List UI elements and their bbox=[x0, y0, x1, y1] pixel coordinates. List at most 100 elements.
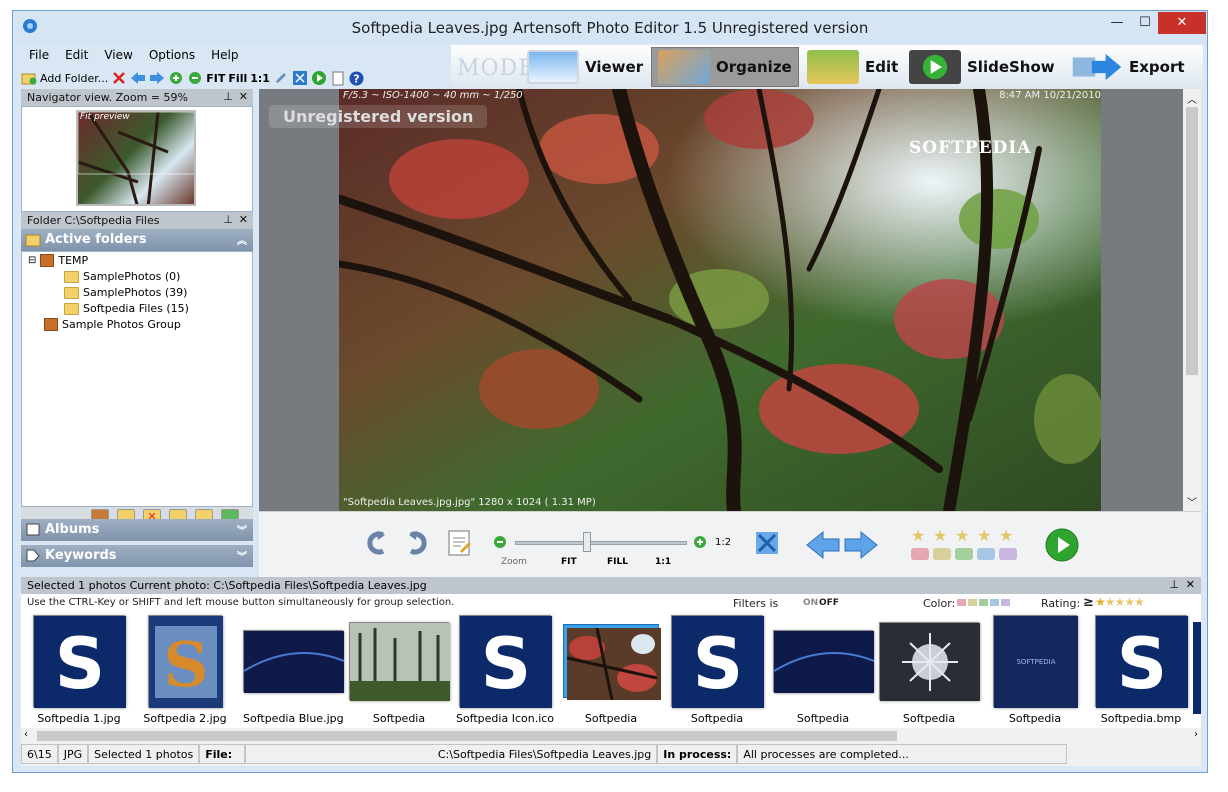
thumbnail-item[interactable]: Softpedia Blue.jpg bbox=[243, 612, 345, 725]
thumbnail-item[interactable]: Softpedia bbox=[349, 612, 450, 725]
zoom-in-button[interactable] bbox=[168, 69, 184, 87]
mode-viewer-button[interactable]: Viewer bbox=[521, 47, 649, 87]
zoom-actual-label[interactable]: 1:1 bbox=[655, 557, 671, 567]
navigator-preview[interactable]: Fit preview bbox=[76, 110, 196, 206]
scroll-thumb[interactable] bbox=[1186, 107, 1198, 375]
properties-icon[interactable] bbox=[445, 529, 473, 557]
zoom-slider[interactable] bbox=[515, 541, 687, 545]
zoom-out-button[interactable] bbox=[187, 69, 203, 87]
thumbnail-image[interactable]: S bbox=[671, 615, 764, 708]
menu-help[interactable]: Help bbox=[203, 45, 246, 65]
zoom-fill-label[interactable]: FILL bbox=[607, 557, 628, 567]
scroll-thumb[interactable] bbox=[37, 731, 897, 741]
close-strip-icon[interactable]: ✕ bbox=[1186, 578, 1195, 591]
color-label-yellow[interactable] bbox=[933, 548, 951, 560]
color-label-red[interactable] bbox=[911, 548, 929, 560]
mode-edit-button[interactable]: Edit bbox=[801, 47, 904, 87]
thumbnail-image[interactable]: S bbox=[148, 615, 223, 708]
rating-star-3[interactable]: ★ bbox=[955, 526, 969, 545]
filters-on-toggle[interactable]: ON bbox=[803, 598, 818, 608]
filters-off-toggle[interactable]: OFF bbox=[819, 598, 839, 608]
thumbnail-image[interactable] bbox=[243, 630, 345, 693]
color-label-purple[interactable] bbox=[999, 548, 1017, 560]
albums-section[interactable]: Albums ︾ bbox=[21, 519, 253, 541]
zoom-in-icon[interactable] bbox=[693, 535, 707, 549]
pin-icon[interactable]: ⊥ bbox=[1169, 578, 1179, 591]
fullscreen-button[interactable] bbox=[292, 69, 308, 87]
thumbnail-image[interactable]: SOFTPEDIA bbox=[993, 615, 1078, 708]
zoom-slider-knob[interactable] bbox=[583, 532, 592, 552]
menu-view[interactable]: View bbox=[96, 45, 140, 65]
expand-chevron-icon[interactable]: ︾ bbox=[237, 522, 247, 537]
forward-button[interactable] bbox=[149, 69, 165, 87]
tree-node-samplephotos-0[interactable]: SamplePhotos (0) bbox=[64, 270, 180, 283]
color-label-blue[interactable] bbox=[977, 548, 995, 560]
viewer-vertical-scrollbar[interactable]: ︿ ﹀ bbox=[1183, 89, 1201, 511]
keywords-section[interactable]: Keywords ︾ bbox=[21, 545, 253, 567]
close-navigator-icon[interactable]: ✕ bbox=[239, 90, 248, 103]
thumbnail-item[interactable]: Softpedia bbox=[561, 612, 661, 725]
help-button[interactable]: ? bbox=[349, 69, 365, 87]
add-folder-button[interactable]: Add Folder... bbox=[21, 69, 108, 87]
thumbnail-item[interactable]: S Softpedia bbox=[667, 612, 767, 725]
thumbnail-image[interactable]: S bbox=[459, 615, 552, 708]
remove-button[interactable] bbox=[111, 69, 127, 87]
close-folder-icon[interactable]: ✕ bbox=[239, 213, 248, 226]
color-filter-swatches[interactable] bbox=[957, 599, 1010, 606]
maximize-button[interactable]: ☐ bbox=[1131, 12, 1159, 34]
scroll-left-icon[interactable]: ‹ bbox=[24, 729, 28, 740]
thumbnail-item[interactable]: S Softpedia 2.jpg bbox=[135, 612, 235, 725]
fit-button[interactable]: FIT bbox=[206, 69, 225, 87]
thumbnail-item[interactable]: S Softpedia.bmp bbox=[1091, 612, 1191, 725]
rating-star-1[interactable]: ★ bbox=[911, 526, 925, 545]
thumbnail-image[interactable] bbox=[564, 625, 661, 701]
mode-export-button[interactable]: Export bbox=[1065, 47, 1191, 87]
color-label-green[interactable] bbox=[955, 548, 973, 560]
slideshow-play-button[interactable] bbox=[311, 69, 327, 87]
expand-chevron-icon[interactable]: ︾ bbox=[237, 548, 247, 563]
mode-organize-button[interactable]: Organize bbox=[651, 47, 799, 87]
edit-tool-button[interactable] bbox=[273, 69, 289, 87]
thumbnail-image[interactable]: S bbox=[33, 615, 126, 708]
rotate-left-icon[interactable] bbox=[363, 529, 391, 557]
info-button[interactable] bbox=[330, 69, 346, 87]
zoom-fit-label[interactable]: FIT bbox=[561, 557, 577, 567]
menu-edit[interactable]: Edit bbox=[57, 45, 96, 65]
fill-button[interactable]: Fill bbox=[228, 69, 247, 87]
rating-filter-operator[interactable]: ≥ bbox=[1083, 595, 1094, 610]
slideshow-play-icon[interactable] bbox=[1045, 528, 1079, 562]
pin-icon[interactable]: ⊥ bbox=[223, 213, 233, 226]
scroll-down-icon[interactable]: ﹀ bbox=[1187, 494, 1197, 509]
rating-star-2[interactable]: ★ bbox=[933, 526, 947, 545]
thumbnail-item[interactable]: S Softpedia 1.jpg bbox=[29, 612, 129, 725]
rating-star-4[interactable]: ★ bbox=[977, 526, 991, 545]
thumbnail-image[interactable]: S bbox=[1095, 615, 1188, 708]
tree-node-softpedia-files[interactable]: Softpedia Files (15) bbox=[64, 302, 189, 315]
scroll-right-icon[interactable]: › bbox=[1194, 729, 1198, 740]
rotate-right-icon[interactable] bbox=[403, 529, 431, 557]
menu-options[interactable]: Options bbox=[141, 45, 203, 65]
tree-node-sample-photos-group[interactable]: Sample Photos Group bbox=[44, 318, 181, 331]
rating-filter-stars[interactable]: ★★★★★ bbox=[1095, 595, 1145, 609]
pin-icon[interactable]: ⊥ bbox=[223, 90, 233, 103]
thumbnail-image[interactable] bbox=[879, 622, 980, 701]
previous-photo-icon[interactable] bbox=[805, 530, 841, 560]
active-folders-section[interactable]: Active folders ︽ bbox=[21, 229, 253, 251]
back-button[interactable] bbox=[130, 69, 146, 87]
tree-node-samplephotos-39[interactable]: SamplePhotos (39) bbox=[64, 286, 187, 299]
mode-slideshow-button[interactable]: SlideShow bbox=[903, 47, 1061, 87]
menu-file[interactable]: File bbox=[21, 45, 57, 65]
thumbnail-item[interactable]: SOFTPEDIA Softpedia bbox=[985, 612, 1085, 725]
tree-node-temp[interactable]: ⊟ TEMP bbox=[28, 254, 88, 267]
fullscreen-icon[interactable] bbox=[753, 529, 781, 557]
rating-star-5[interactable]: ★ bbox=[999, 526, 1013, 545]
actual-size-button[interactable]: 1:1 bbox=[250, 69, 270, 87]
thumbnail-image[interactable] bbox=[349, 622, 450, 701]
tree-expander-icon[interactable]: ⊟ bbox=[28, 255, 36, 266]
strip-horizontal-scrollbar[interactable]: ‹ › bbox=[21, 728, 1201, 744]
collapse-chevron-icon[interactable]: ︽ bbox=[237, 232, 247, 247]
close-button[interactable]: ✕ bbox=[1158, 12, 1206, 34]
thumbnail-item[interactable]: Softpedia bbox=[879, 612, 980, 725]
zoom-out-icon[interactable] bbox=[493, 535, 507, 549]
thumbnail-image[interactable] bbox=[773, 630, 875, 693]
